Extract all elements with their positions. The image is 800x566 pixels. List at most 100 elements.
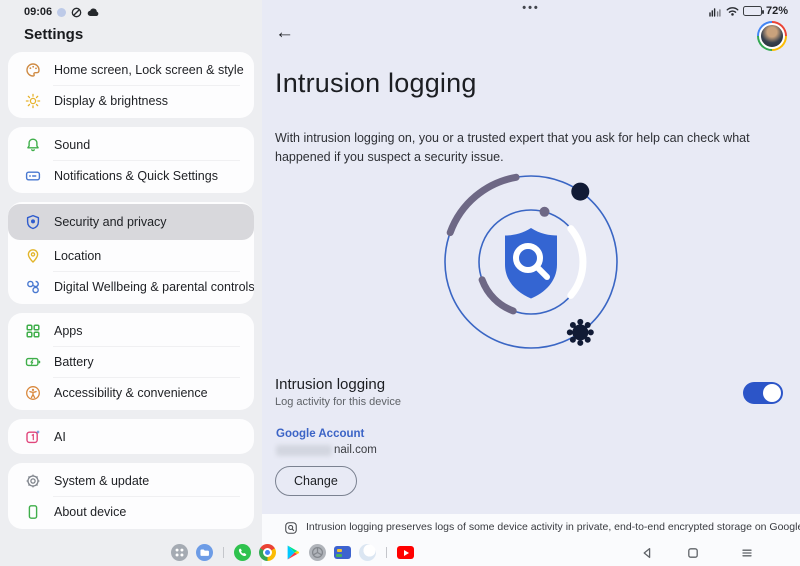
bell-icon	[24, 136, 41, 153]
sidebar-item-display-brightness[interactable]: Display & brightness	[8, 85, 254, 116]
avatar-photo	[759, 23, 785, 49]
app-notification-dot-icon	[57, 8, 66, 17]
sidebar-group-sound-notifications: Sound Notifications & Quick Settings	[8, 127, 254, 193]
notifications-icon	[24, 167, 41, 184]
orbit-gear-icon	[567, 319, 594, 346]
apps-grid-icon	[24, 322, 41, 339]
sidebar-item-sound[interactable]: Sound	[8, 129, 254, 160]
sidebar-group-apps: Apps Battery Accessibility & convenience	[8, 313, 254, 410]
sidebar-item-notifications[interactable]: Notifications & Quick Settings	[8, 160, 254, 191]
do-not-disturb-icon	[71, 7, 82, 18]
back-button[interactable]: ←	[275, 23, 294, 42]
sidebar-item-label: Battery	[54, 355, 94, 369]
sidebar-item-home-screen[interactable]: Home screen, Lock screen & style	[8, 54, 254, 85]
sidebar-item-label: System & update	[54, 474, 149, 488]
status-bar-right: 72%	[709, 5, 788, 17]
sidebar-item-security-privacy[interactable]: Security and privacy	[8, 204, 254, 240]
sidebar-item-label: Apps	[54, 324, 83, 338]
sidebar-item-digital-wellbeing[interactable]: Digital Wellbeing & parental controls	[8, 271, 254, 302]
status-bar-left: 09:06	[24, 6, 100, 18]
dock	[171, 544, 414, 561]
change-account-button[interactable]: Change	[275, 466, 357, 496]
orbit-arc-purple-inner	[482, 280, 513, 311]
feature-description: With intrusion logging on, you or a trus…	[275, 129, 783, 168]
wifi-icon	[726, 6, 739, 16]
sidebar-item-label: Location	[54, 249, 101, 263]
toggle-label: Intrusion logging	[275, 376, 401, 393]
sidebar-item-about-device[interactable]: About device	[8, 496, 254, 527]
security-shield-icon	[24, 214, 41, 231]
sidebar-group-security: Security and privacy Location Digital We…	[8, 202, 254, 304]
location-pin-icon	[24, 247, 41, 264]
shield-search-icon	[505, 228, 557, 299]
battery-icon	[743, 6, 762, 16]
accessibility-icon	[24, 384, 41, 401]
sidebar-item-accessibility[interactable]: Accessibility & convenience	[8, 377, 254, 408]
redacted-email-blur	[276, 445, 332, 456]
sidebar-item-label: Digital Wellbeing & parental controls	[54, 280, 254, 294]
battery-icon	[24, 353, 41, 370]
brightness-icon	[24, 92, 41, 109]
sidebar-item-label: Notifications & Quick Settings	[54, 169, 218, 183]
nav-home-button[interactable]	[686, 546, 700, 560]
taskbar	[0, 538, 800, 566]
wellbeing-icon	[24, 278, 41, 295]
cellular-signal-icon	[709, 6, 722, 17]
assistant-app-icon[interactable]	[359, 544, 376, 561]
sidebar-groups: Home screen, Lock screen & style Display…	[8, 52, 254, 529]
sidebar-item-location[interactable]: Location	[8, 240, 254, 271]
files-app-icon[interactable]	[196, 544, 213, 561]
sidebar-item-battery[interactable]: Battery	[8, 346, 254, 377]
sidebar-item-ai[interactable]: AI	[8, 421, 254, 452]
sidebar-item-label: AI	[54, 430, 66, 444]
settings-app-window: 09:06 Settings Home screen, Lock screen …	[0, 0, 800, 566]
play-store-icon[interactable]	[284, 544, 301, 561]
youtube-icon[interactable]	[397, 546, 414, 559]
orbit-arc-purple-outer	[450, 177, 516, 232]
email-visible-part: nail.com	[334, 444, 377, 456]
nav-recents-button[interactable]	[740, 546, 754, 560]
sidebar-item-label: Security and privacy	[54, 215, 167, 229]
sidebar-group-system: System & update About device	[8, 463, 254, 529]
camera-aperture-icon[interactable]	[309, 544, 326, 561]
app-drawer-icon[interactable]	[171, 544, 188, 561]
sidebar-item-label: Home screen, Lock screen & style	[54, 63, 244, 77]
chrome-icon[interactable]	[259, 544, 276, 561]
sidebar-item-label: Accessibility & convenience	[54, 386, 208, 400]
sidebar-item-apps[interactable]: Apps	[8, 315, 254, 346]
intrusion-logging-illustration	[426, 168, 636, 360]
dock-divider	[386, 547, 387, 558]
footer-note: Intrusion logging preserves logs of some…	[262, 514, 800, 535]
dock-divider	[223, 547, 224, 558]
sidebar-item-system-update[interactable]: System & update	[8, 465, 254, 496]
orbit-dot-navy	[571, 183, 589, 201]
phone-icon	[24, 503, 41, 520]
page-title-settings: Settings	[24, 26, 83, 43]
sidebar-item-label: Display & brightness	[54, 94, 168, 108]
ai-icon	[24, 428, 41, 445]
toggle-sublabel: Log activity for this device	[275, 396, 401, 408]
phone-app-icon[interactable]	[234, 544, 251, 561]
nav-back-button[interactable]	[640, 546, 654, 560]
clock: 09:06	[24, 6, 52, 18]
google-account-link[interactable]: Google Account	[276, 428, 364, 440]
window-drag-handle[interactable]: •••	[522, 2, 540, 14]
intrusion-logging-panel: ••• 72% ← Intrusion logging With intrusi…	[262, 0, 800, 566]
settings-sidebar: 09:06 Settings Home screen, Lock screen …	[0, 0, 262, 566]
sidebar-item-label: Sound	[54, 138, 90, 152]
palette-icon	[24, 61, 41, 78]
gear-icon	[24, 472, 41, 489]
footer-note-text: Intrusion logging preserves logs of some…	[306, 521, 800, 533]
sidebar-group-personalization: Home screen, Lock screen & style Display…	[8, 52, 254, 118]
account-avatar[interactable]	[757, 21, 787, 51]
account-email: nail.com	[276, 444, 377, 456]
sidebar-group-ai: AI	[8, 419, 254, 454]
cloud-icon	[87, 7, 100, 17]
gallery-app-icon[interactable]	[334, 546, 351, 559]
toggle-row: Intrusion logging Log activity for this …	[275, 376, 401, 408]
orbit-arc-white-inner	[571, 229, 583, 296]
orbit-dot-purple	[540, 207, 550, 217]
page-title: Intrusion logging	[275, 68, 477, 99]
intrusion-logging-toggle[interactable]	[743, 382, 783, 404]
battery-percent: 72%	[766, 5, 788, 17]
